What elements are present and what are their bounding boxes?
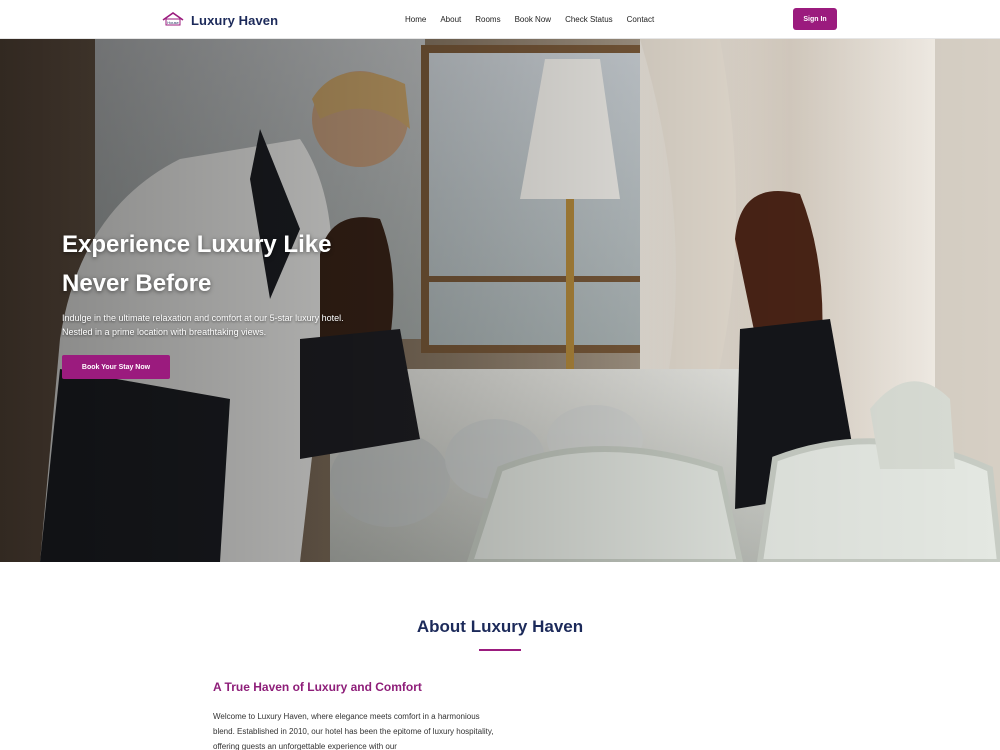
- hero-content: Experience Luxury Like Never Before Indu…: [62, 225, 462, 379]
- nav-contact[interactable]: Contact: [620, 0, 662, 39]
- nav-check-status[interactable]: Check Status: [558, 0, 620, 39]
- hero-description: Indulge in the ultimate relaxation and c…: [62, 313, 344, 337]
- hero-section: Experience Luxury Like Never Before Indu…: [0, 39, 1000, 562]
- hero-title-line1: Experience Luxury Like: [62, 231, 332, 258]
- house-logo-icon: House: [162, 12, 184, 26]
- brand-link[interactable]: House Luxury Haven: [161, 9, 278, 31]
- about-section: About Luxury Haven A True Haven of Luxur…: [0, 562, 1000, 750]
- nav-home[interactable]: Home: [398, 0, 433, 39]
- nav-about[interactable]: About: [433, 0, 468, 39]
- about-divider: [479, 649, 521, 651]
- book-stay-button[interactable]: Book Your Stay Now: [62, 355, 170, 379]
- hero-title-line2: Never Before: [62, 270, 212, 297]
- about-subtitle: A True Haven of Luxury and Comfort: [213, 680, 422, 694]
- nav-rooms[interactable]: Rooms: [468, 0, 507, 39]
- about-title: About Luxury Haven: [416, 617, 584, 636]
- brand-name: Luxury Haven: [191, 12, 279, 28]
- navbar: House Luxury Haven Home About Rooms Book…: [0, 0, 1000, 39]
- hero-title: Experience Luxury Like Never Before: [62, 225, 462, 303]
- nav-book-now[interactable]: Book Now: [508, 0, 558, 39]
- about-body: Welcome to Luxury Haven, where elegance …: [213, 712, 494, 750]
- logo-text: House: [167, 20, 179, 25]
- nav-links: Home About Rooms Book Now Check Status C…: [398, 0, 661, 39]
- signin-button[interactable]: Sign In: [793, 8, 837, 30]
